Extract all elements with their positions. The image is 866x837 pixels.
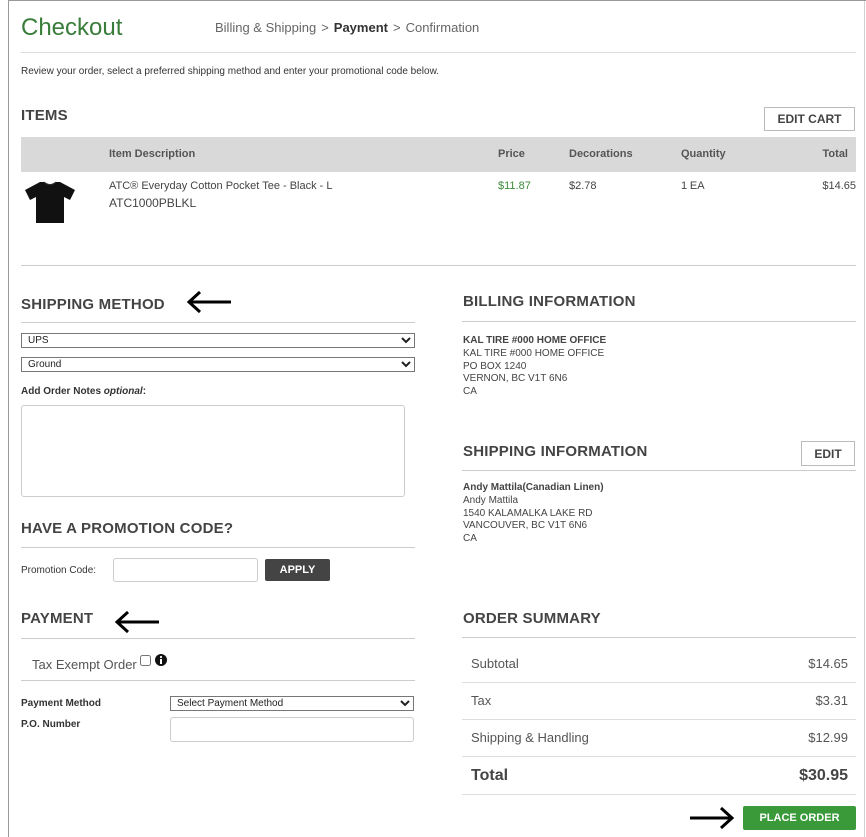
shipping-line: CA bbox=[463, 533, 477, 545]
arrow-right-icon bbox=[690, 806, 735, 830]
tax-exempt-divider bbox=[21, 680, 415, 681]
shipping-address: Andy Mattila(Canadian Linen) Andy Mattil… bbox=[463, 482, 604, 546]
tax-label: Tax bbox=[471, 693, 492, 708]
billing-line: PO BOX 1240 bbox=[463, 360, 527, 372]
frame-border-left bbox=[8, 0, 9, 837]
page-title: Checkout bbox=[21, 14, 123, 41]
checkout-header: Checkout Billing & Shipping > Payment > Conf… bbox=[21, 14, 856, 53]
item-sku: ATC1000PBLKL bbox=[109, 196, 197, 210]
billing-title: BILLING INFORMATION bbox=[463, 293, 636, 310]
tshirt-icon[interactable] bbox=[23, 180, 77, 224]
apply-button[interactable]: APPLY bbox=[265, 559, 330, 581]
breadcrumb: Billing & Shipping > Payment > Confirmation bbox=[215, 20, 479, 35]
intro-text: Review your order, select a preferred sh… bbox=[21, 66, 440, 77]
billing-line: VERNON, BC V1T 6N6 bbox=[463, 373, 568, 385]
item-name[interactable]: ATC® Everyday Cotton Pocket Tee - Black … bbox=[109, 180, 333, 192]
col-item-description: Item Description bbox=[109, 148, 196, 160]
shipping-line: VANCOUVER, BC V1T 6N6 bbox=[463, 520, 588, 532]
promo-code-input[interactable] bbox=[113, 558, 258, 582]
promo-divider bbox=[21, 547, 415, 548]
order-notes-label-text: Add Order Notes bbox=[21, 386, 102, 397]
step-billing-shipping[interactable]: Billing & Shipping bbox=[215, 20, 316, 35]
item-total: $14.65 bbox=[822, 180, 856, 192]
summary-shipping-row: Shipping & Handling $12.99 bbox=[462, 719, 856, 757]
subtotal-value: $14.65 bbox=[808, 656, 848, 671]
frame-border-right bbox=[864, 0, 865, 837]
items-divider bbox=[21, 265, 856, 266]
shipping-line: Andy Mattila(Canadian Linen) bbox=[463, 482, 604, 493]
po-number-label: P.O. Number bbox=[21, 719, 81, 730]
edit-cart-button[interactable]: EDIT CART bbox=[764, 107, 855, 131]
col-quantity: Quantity bbox=[681, 148, 726, 160]
info-icon[interactable] bbox=[155, 654, 167, 666]
billing-line: CA bbox=[463, 386, 477, 398]
breadcrumb-separator: > bbox=[321, 20, 329, 35]
order-notes-textarea[interactable] bbox=[21, 405, 405, 497]
edit-shipping-button[interactable]: EDIT bbox=[801, 441, 855, 466]
frame-border-top bbox=[8, 0, 866, 1]
summary-subtotal-row: Subtotal $14.65 bbox=[462, 645, 856, 683]
step-confirmation: Confirmation bbox=[405, 20, 480, 35]
arrow-left-icon bbox=[114, 610, 159, 634]
order-notes-label: Add Order Notes optional: bbox=[21, 386, 146, 397]
shipping-line: Andy Mattila bbox=[463, 494, 519, 506]
order-notes-optional: optional bbox=[103, 386, 143, 397]
items-title: ITEMS bbox=[21, 107, 68, 124]
tax-exempt-label: Tax Exempt Order bbox=[32, 657, 137, 672]
shipping-line: 1540 KALAMALKA LAKE RD bbox=[463, 507, 593, 519]
shipping-method-title: SHIPPING METHOD bbox=[21, 296, 165, 313]
po-number-input[interactable] bbox=[170, 717, 414, 742]
shipping-value: $12.99 bbox=[808, 730, 848, 745]
shipping-info-title: SHIPPING INFORMATION bbox=[463, 443, 648, 460]
step-payment: Payment bbox=[333, 20, 388, 35]
shipping-info-divider bbox=[462, 470, 856, 471]
carrier-select[interactable]: UPS bbox=[21, 333, 415, 348]
tax-value: $3.31 bbox=[815, 693, 848, 708]
col-total: Total bbox=[822, 148, 848, 160]
item-quantity-value: 1 bbox=[681, 180, 688, 192]
order-notes-colon: : bbox=[142, 386, 147, 397]
place-order-button[interactable]: PLACE ORDER bbox=[743, 806, 856, 830]
shipping-label: Shipping & Handling bbox=[471, 730, 589, 745]
breadcrumb-separator: > bbox=[392, 20, 401, 35]
order-summary-divider bbox=[462, 637, 856, 638]
items-table-header: Item Description Price Decorations Quant… bbox=[21, 137, 856, 172]
item-price: $11.87 bbox=[498, 180, 531, 192]
service-select[interactable]: Ground bbox=[21, 357, 415, 372]
summary-total-row: Total $30.95 bbox=[462, 756, 856, 795]
tax-exempt-checkbox[interactable] bbox=[140, 655, 151, 666]
subtotal-label: Subtotal bbox=[471, 656, 519, 671]
total-value: $30.95 bbox=[799, 767, 848, 784]
payment-divider bbox=[21, 638, 415, 639]
item-quantity: 1 EA bbox=[681, 180, 705, 192]
summary-tax-row: Tax $3.31 bbox=[462, 682, 856, 720]
payment-title: PAYMENT bbox=[21, 610, 94, 627]
arrow-left-icon bbox=[186, 290, 231, 314]
shipping-method-divider bbox=[21, 322, 415, 323]
billing-divider bbox=[462, 321, 856, 322]
promo-title: HAVE A PROMOTION CODE? bbox=[21, 520, 234, 537]
payment-method-select[interactable]: Select Payment Method bbox=[170, 696, 414, 711]
item-decorations: $2.78 bbox=[569, 180, 597, 192]
promo-label: Promotion Code: bbox=[21, 565, 97, 576]
col-decorations: Decorations bbox=[569, 148, 633, 160]
billing-line: KAL TIRE #000 HOME OFFICE bbox=[463, 335, 607, 346]
total-label: Total bbox=[471, 767, 509, 784]
billing-line: KAL TIRE #000 HOME OFFICE bbox=[463, 347, 605, 359]
order-summary-title: ORDER SUMMARY bbox=[463, 610, 601, 627]
item-quantity-unit: EA bbox=[689, 180, 705, 192]
billing-address: KAL TIRE #000 HOME OFFICE KAL TIRE #000 … bbox=[463, 335, 606, 399]
col-price: Price bbox=[498, 148, 525, 160]
payment-method-label: Payment Method bbox=[21, 698, 102, 709]
